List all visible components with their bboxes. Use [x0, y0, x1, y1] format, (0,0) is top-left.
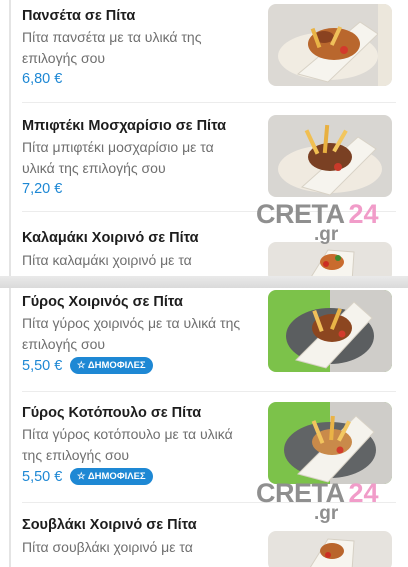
- menu-section-top: Πανσέτα σε Πίτα Πίτα πανσέτα με τα υλικά…: [0, 0, 408, 276]
- creta24-watermark: CRETA 24 .gr: [256, 478, 379, 524]
- menu-item-pork-souvlaki-pita[interactable]: Σουβλάκι Χοιρινό σε Πίτα Πίτα σουβλάκι χ…: [0, 503, 408, 567]
- item-name: Πανσέτα σε Πίτα: [22, 8, 136, 24]
- item-photo[interactable]: [268, 4, 392, 86]
- item-accent-bar: [9, 392, 11, 503]
- creta24-watermark: CRETA 24 .gr: [256, 199, 379, 245]
- popular-badge: ☆ ΔΗΜΟΦΙΛΕΣ: [70, 357, 153, 374]
- menu-item-pork-gyros-pita[interactable]: Γύρος Χοιρινός σε Πίτα Πίτα γύρος χοιριν…: [0, 288, 408, 392]
- item-accent-bar: [9, 0, 11, 103]
- item-accent-bar: [9, 103, 11, 212]
- item-name: Μπιφτέκι Μοσχαρίσιο σε Πίτα: [22, 118, 227, 134]
- menu-item-beef-patty-pita[interactable]: Μπιφτέκι Μοσχαρίσιο σε Πίτα Πίτα μπιφτέκ…: [0, 103, 408, 212]
- menu-section-bottom: Γύρος Χοιρινός σε Πίτα Πίτα γύρος χοιριν…: [0, 288, 408, 567]
- item-photo[interactable]: [268, 402, 392, 484]
- badge-label: ΔΗΜΟΦΙΛΕΣ: [87, 360, 146, 371]
- item-photo[interactable]: [268, 531, 392, 567]
- item-description: Πίτα γύρος κοτόπουλο με τα υλικά της επι…: [22, 426, 233, 463]
- item-name: Σουβλάκι Χοιρινό σε Πίτα: [22, 517, 197, 533]
- item-photo[interactable]: [268, 242, 392, 276]
- watermark-domain: .gr: [314, 224, 339, 245]
- watermark-number: 24: [348, 199, 379, 229]
- item-name: Γύρος Χοιρινός σε Πίτα: [22, 294, 183, 310]
- item-price: 5,50 €: [22, 358, 63, 374]
- item-description: Πίτα καλαμάκι χοιρινό με τα: [22, 252, 192, 268]
- item-price: 7,20 €: [22, 181, 63, 197]
- item-photo[interactable]: [268, 115, 392, 197]
- item-name: Καλαμάκι Χοιρινό σε Πίτα: [22, 230, 199, 246]
- item-accent-bar: [9, 288, 11, 392]
- item-description: Πίτα πανσέτα με τα υλικά της επιλογής σο…: [22, 29, 202, 66]
- watermark-number: 24: [348, 478, 379, 508]
- item-description: Πίτα μπιφτέκι μοσχαρίσιο με τα υλικά της…: [22, 139, 214, 176]
- item-price: 6,80 €: [22, 71, 63, 87]
- badge-label: ΔΗΜΟΦΙΛΕΣ: [87, 471, 146, 482]
- item-accent-bar: [9, 212, 11, 276]
- star-icon: ☆: [77, 471, 86, 482]
- menu-item-pancetta-pita[interactable]: Πανσέτα σε Πίτα Πίτα πανσέτα με τα υλικά…: [0, 0, 408, 103]
- item-description: Πίτα σουβλάκι χοιρινό με τα: [22, 539, 193, 555]
- watermark-domain: .gr: [314, 503, 339, 524]
- screenshot-separator: [0, 276, 408, 288]
- item-description: Πίτα γύρος χοιρινός με τα υλικά της επιλ…: [22, 315, 241, 352]
- item-photo[interactable]: [268, 290, 392, 372]
- star-icon: ☆: [77, 360, 86, 371]
- item-price: 5,50 €: [22, 469, 63, 485]
- item-accent-bar: [9, 503, 11, 567]
- item-name: Γύρος Κοτόπουλο σε Πίτα: [22, 405, 202, 421]
- popular-badge: ☆ ΔΗΜΟΦΙΛΕΣ: [70, 468, 153, 485]
